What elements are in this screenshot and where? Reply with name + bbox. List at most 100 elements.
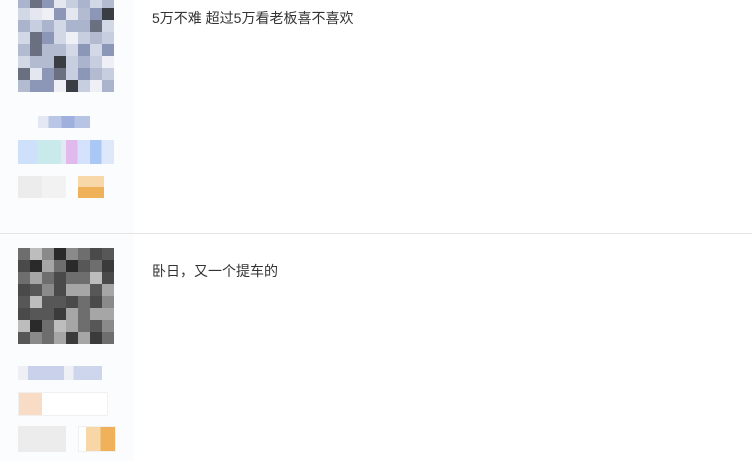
username-blurred[interactable] xyxy=(18,366,102,380)
avatar-pixel xyxy=(18,8,30,20)
avatar-pixel xyxy=(18,248,30,260)
avatar-pixel xyxy=(42,56,54,68)
avatar-pixel xyxy=(78,56,90,68)
avatar-pixel xyxy=(30,320,42,332)
avatar-pixel xyxy=(78,308,90,320)
avatar-pixel xyxy=(102,44,114,56)
avatar-pixel xyxy=(30,260,42,272)
avatar-pixel xyxy=(102,296,114,308)
avatar-pixel xyxy=(66,0,78,8)
avatar-pixel xyxy=(78,32,90,44)
avatar-pixel xyxy=(66,260,78,272)
avatar-pixel xyxy=(78,68,90,80)
level-row-blurred xyxy=(18,426,66,452)
avatar-pixel xyxy=(90,260,102,272)
avatar-pixel xyxy=(42,308,54,320)
avatar-pixel xyxy=(78,284,90,296)
avatar-pixel xyxy=(30,68,42,80)
avatar-pixel xyxy=(66,248,78,260)
avatar-pixel xyxy=(102,248,114,260)
avatar-pixel xyxy=(66,56,78,68)
avatar-pixel xyxy=(102,308,114,320)
avatar-pixel xyxy=(30,296,42,308)
avatar-pixel xyxy=(102,80,114,92)
avatar-pixel xyxy=(54,248,66,260)
avatar-pixel xyxy=(66,320,78,332)
badge-row-blurred xyxy=(18,140,114,164)
level-icon-blurred xyxy=(78,176,104,198)
avatar-pixel xyxy=(78,260,90,272)
avatar-pixel xyxy=(18,80,30,92)
avatar-pixel xyxy=(90,68,102,80)
avatar-pixel xyxy=(102,260,114,272)
avatar-pixel xyxy=(54,272,66,284)
avatar-pixel xyxy=(30,20,42,32)
avatar-pixel xyxy=(18,332,30,344)
avatar-pixel xyxy=(18,284,30,296)
avatar-pixel xyxy=(90,20,102,32)
avatar-pixel xyxy=(54,296,66,308)
avatar-pixel xyxy=(30,308,42,320)
avatar-pixel xyxy=(42,68,54,80)
avatar-pixel xyxy=(54,80,66,92)
avatar-pixel xyxy=(18,320,30,332)
avatar-pixel xyxy=(18,68,30,80)
avatar-pixel xyxy=(18,272,30,284)
avatar-pixel xyxy=(90,44,102,56)
avatar-pixel xyxy=(102,0,114,8)
avatar-pixel xyxy=(90,284,102,296)
avatar-pixel xyxy=(102,272,114,284)
avatar-pixel xyxy=(102,20,114,32)
post-item: 5万不难 超过5万看老板喜不喜欢 xyxy=(0,0,752,233)
avatar-pixel xyxy=(18,56,30,68)
avatar-pixel xyxy=(66,272,78,284)
avatar-pixel xyxy=(42,296,54,308)
avatar-pixel xyxy=(42,0,54,8)
avatar-pixel xyxy=(78,332,90,344)
avatar-pixel xyxy=(90,332,102,344)
avatar-pixel xyxy=(90,80,102,92)
post-content: 5万不难 超过5万看老板喜不喜欢 xyxy=(152,10,354,26)
avatar-pixel xyxy=(42,32,54,44)
avatar-pixel xyxy=(42,80,54,92)
avatar-pixel xyxy=(30,272,42,284)
avatar-pixel xyxy=(90,320,102,332)
avatar-pixel xyxy=(78,272,90,284)
avatar[interactable] xyxy=(18,0,114,92)
avatar-pixel xyxy=(54,20,66,32)
avatar-pixel xyxy=(30,44,42,56)
avatar-pixel xyxy=(54,284,66,296)
avatar-pixel xyxy=(18,32,30,44)
avatar-pixel xyxy=(66,68,78,80)
avatar-pixel xyxy=(18,20,30,32)
avatar-pixel xyxy=(42,248,54,260)
avatar-pixel xyxy=(42,8,54,20)
avatar-pixel xyxy=(90,8,102,20)
avatar-pixel xyxy=(102,56,114,68)
avatar-pixel xyxy=(54,308,66,320)
avatar-pixel xyxy=(42,272,54,284)
avatar-pixel xyxy=(66,308,78,320)
avatar-pixel xyxy=(102,284,114,296)
avatar-pixel xyxy=(30,0,42,8)
avatar-pixel xyxy=(78,20,90,32)
avatar-pixel xyxy=(90,56,102,68)
avatar-pixel xyxy=(42,260,54,272)
avatar-pixel xyxy=(18,0,30,8)
badge-row-blurred xyxy=(18,392,108,416)
username-blurred[interactable] xyxy=(38,116,90,128)
post-content: 卧日，又一个提车的 xyxy=(152,263,278,279)
avatar-pixel xyxy=(54,0,66,8)
avatar-pixel xyxy=(102,32,114,44)
avatar-pixel xyxy=(102,68,114,80)
avatar-pixel xyxy=(18,260,30,272)
avatar[interactable] xyxy=(18,248,114,344)
level-icon-blurred xyxy=(78,426,116,452)
avatar-pixel xyxy=(18,44,30,56)
avatar-pixel xyxy=(54,32,66,44)
avatar-pixel xyxy=(30,80,42,92)
avatar-pixel xyxy=(90,248,102,260)
avatar-pixel xyxy=(18,296,30,308)
avatar-pixel xyxy=(30,332,42,344)
avatar-pixel xyxy=(102,320,114,332)
